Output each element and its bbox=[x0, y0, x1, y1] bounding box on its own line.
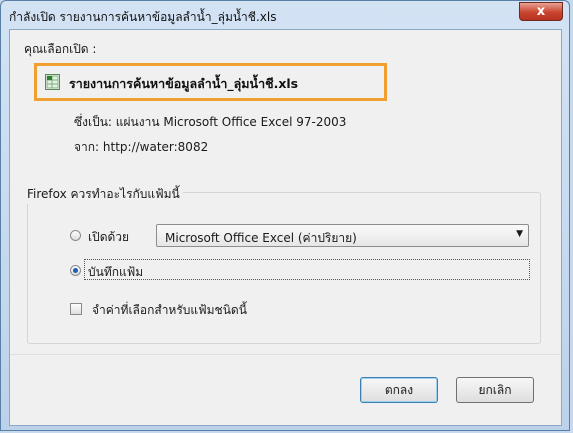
save-file-radio[interactable] bbox=[70, 265, 81, 276]
footer-separator bbox=[10, 354, 561, 355]
remember-choice-label[interactable]: จำค่าที่เลือกสำหรับแฟ้มชนิดนี้ bbox=[92, 301, 247, 320]
open-with-radio[interactable] bbox=[70, 230, 81, 241]
open-with-dropdown[interactable]: Microsoft Office Excel (ค่าปริยาย) ▼ bbox=[156, 224, 529, 247]
file-type-text: ซึ่งเป็น: แผ่นงาน Microsoft Office Excel… bbox=[74, 115, 347, 129]
window-title: กำลังเปิด รายงานการค้นหาข้อมูลลำน้ำ_ลุ่ม… bbox=[9, 10, 277, 24]
file-source-text: จาก: http://water:8082 bbox=[74, 140, 209, 154]
you-chose-label: คุณเลือกเปิด : bbox=[24, 42, 97, 56]
title-bar[interactable]: กำลังเปิด รายงานการค้นหาข้อมูลลำน้ำ_ลุ่ม… bbox=[1, 1, 569, 29]
save-option-focus-rect bbox=[84, 259, 530, 280]
action-group-legend: Firefox ควรทำอะไรกับแฟ้มนี้ bbox=[24, 185, 183, 204]
ok-button[interactable]: ตกลง bbox=[360, 377, 438, 403]
close-button[interactable]: x bbox=[519, 2, 563, 21]
file-name: รายงานการค้นหาข้อมูลลำน้ำ_ลุ่มน้ำชี.xls bbox=[69, 76, 299, 91]
cancel-button[interactable]: ยกเลิก bbox=[456, 377, 534, 403]
file-highlight-box: รายงานการค้นหาข้อมูลลำน้ำ_ลุ่มน้ำชี.xls bbox=[34, 63, 387, 101]
excel-file-icon bbox=[45, 74, 60, 90]
dialog-body: คุณเลือกเปิด : รายงานการค้นหาข้อมูลลำน้ำ… bbox=[9, 29, 562, 426]
open-with-label[interactable]: เปิดด้วย bbox=[88, 228, 129, 247]
download-dialog-window: กำลังเปิด รายงานการค้นหาข้อมูลลำน้ำ_ลุ่ม… bbox=[0, 0, 570, 431]
chevron-down-icon: ▼ bbox=[516, 229, 523, 239]
open-with-selected-value: Microsoft Office Excel (ค่าปริยาย) bbox=[165, 231, 357, 245]
remember-choice-checkbox[interactable] bbox=[70, 303, 82, 315]
save-file-label[interactable]: บันทึกแฟ้ม bbox=[88, 263, 143, 282]
